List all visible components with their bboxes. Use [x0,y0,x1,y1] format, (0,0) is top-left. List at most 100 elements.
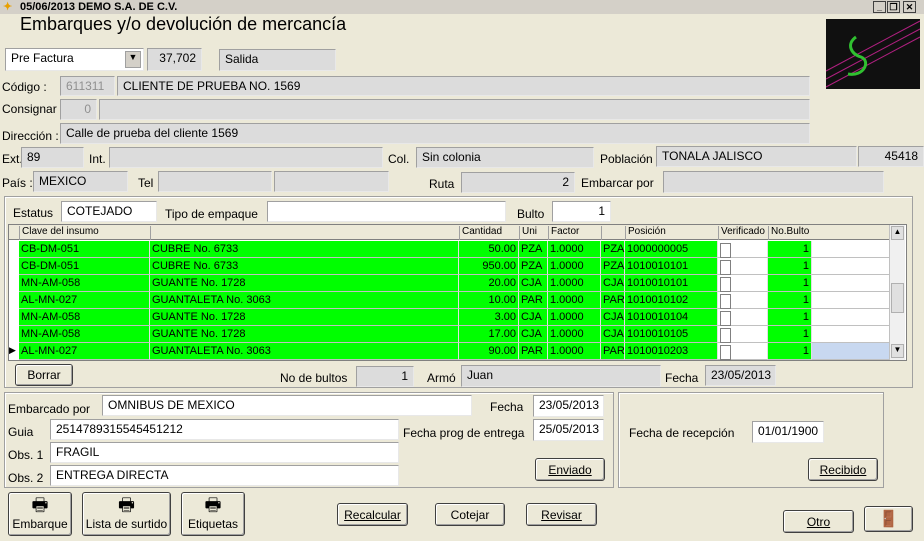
header-uni2[interactable] [601,226,625,240]
cell-ver[interactable]: Si [718,309,768,326]
cell-factor: 1.0000 [548,309,601,326]
direccion-field: Calle de prueba del cliente 1569 [60,123,810,144]
obs1-field[interactable]: FRAGIL [50,442,399,463]
bultos-field: 1 [356,366,414,387]
table-row[interactable]: MN-AM-058 GUANTE No. 1728 3.00 CJA 1.0000 CJA… [9,309,894,326]
verified-checkbox[interactable] [720,311,731,326]
estatus-field[interactable]: COTEJADO [61,201,157,222]
shipping-fecha-label: Fecha [490,400,524,414]
cell-clave: CB-DM-051 [19,258,150,275]
cell-uni2: CJA [601,309,625,326]
bulto-field[interactable]: 1 [552,201,611,222]
cell-uni2: PAR [601,292,625,309]
table-row[interactable]: CB-DM-051 CUBRE No. 6733 950.00 PZA 1.0000 PZ… [9,258,894,275]
cell-ver[interactable]: Si [718,258,768,275]
recibido-label: Recibido [819,463,867,477]
client-name-field: CLIENTE DE PRUEBA NO. 1569 [117,76,810,96]
header-posicion[interactable]: Posición [625,226,718,240]
recepcion-field[interactable]: 01/01/1900 [752,421,824,443]
verified-checkbox[interactable] [720,260,731,275]
cell-pos: 1010010101 [625,275,718,292]
cell-cant: 3.00 [459,309,519,326]
embarcado-field[interactable]: OMNIBUS DE MEXICO [102,395,472,416]
printer-icon: 🖶 [31,495,49,515]
surtido-button[interactable]: 🖶 Lista de surtido [82,492,171,536]
scroll-thumb[interactable] [891,283,904,313]
cell-ver[interactable]: Si [718,326,768,343]
empaque-field[interactable] [267,201,506,222]
cell-uni2: CJA [601,275,625,292]
cell-clave: AL-MN-027 [19,292,150,309]
chevron-down-icon[interactable]: ▼ [891,344,904,358]
cell-pos: 1010010203 [625,343,718,360]
cell-ver[interactable]: Si [718,275,768,292]
cell-ver[interactable]: Si [718,241,768,258]
cell-uni: PZA [519,258,548,275]
chevron-up-icon[interactable]: ▲ [891,226,904,240]
embarque-button[interactable]: 🖶 Embarque [8,492,72,536]
revisar-button[interactable]: Revisar [526,503,597,526]
header-factor[interactable]: Factor [548,226,601,240]
cell-cant: 17.00 [459,326,519,343]
verified-checkbox[interactable] [720,294,731,309]
chevron-down-icon[interactable]: ▼ [125,51,141,68]
cell-clave: MN-AM-058 [19,326,150,343]
cell-factor: 1.0000 [548,275,601,292]
cell-uni: PAR [519,343,548,360]
doc-number-field: 37,702 [147,48,202,71]
company-logo [825,19,921,89]
cotejar-button[interactable]: Cotejar [435,503,505,526]
cell-uni2: CJA [601,326,625,343]
verified-checkbox[interactable] [720,328,731,343]
prog-field[interactable]: 25/05/2013 [533,419,604,441]
cell-cant: 90.00 [459,343,519,360]
obs2-field[interactable]: ENTREGA DIRECTA [50,465,399,486]
verified-checkbox[interactable] [720,243,731,258]
consignar-code-field[interactable]: 0 [60,99,97,120]
recalcular-button[interactable]: Recalcular [337,503,408,526]
pais-label: País : [2,176,33,190]
header-verificado[interactable]: Verificado [718,226,768,240]
cell-desc: CUBRE No. 6733 [150,241,459,258]
enviado-button[interactable]: Enviado [535,458,605,481]
guia-field[interactable]: 2514789315545451212 [50,419,399,440]
table-row[interactable]: ▶ AL-MN-027 GUANTALETA No. 3063 90.00 PAR 1.0… [9,343,894,360]
cell-ver[interactable]: Si [718,343,768,360]
exit-button[interactable]: 🚪 [864,506,913,532]
recibido-button[interactable]: Recibido [808,458,878,481]
table-row[interactable]: AL-MN-027 GUANTALETA No. 3063 10.00 PAR 1.00… [9,292,894,309]
header-desc[interactable] [150,226,459,240]
header-cantidad[interactable]: Cantidad [459,226,519,240]
table-row[interactable]: CB-DM-051 CUBRE No. 6733 50.00 PZA 1.0000 PZA… [9,241,894,258]
cell-ver[interactable]: Si [718,292,768,309]
cell-factor: 1.0000 [548,326,601,343]
borrar-button[interactable]: Borrar [15,364,73,386]
cell-pad [812,343,894,360]
printer-icon: 🖶 [204,495,222,515]
header-uni[interactable]: Uni [519,226,548,240]
table-row[interactable]: MN-AM-058 GUANTE No. 1728 20.00 CJA 1.0000 CJ… [9,275,894,292]
header-bulto[interactable]: No.Bulto [768,226,812,240]
etiquetas-button[interactable]: 🖶 Etiquetas [181,492,245,536]
table-scrollbar[interactable]: ▲ ▼ [889,225,905,360]
shipping-fecha-field[interactable]: 23/05/2013 [533,395,604,417]
table-row[interactable]: MN-AM-058 GUANTE No. 1728 17.00 CJA 1.0000 CJ… [9,326,894,343]
cell-factor: 1.0000 [548,258,601,275]
verified-checkbox[interactable] [720,277,731,292]
cell-uni2: PZA [601,258,625,275]
close-icon[interactable]: ✕ [903,1,916,13]
bulto-label: Bulto [517,207,545,221]
cell-desc: CUBRE No. 6733 [150,258,459,275]
minimize-icon[interactable]: _ [873,1,886,13]
cell-clave: AL-MN-027 [19,343,150,360]
client-code-field[interactable]: 611311 [60,76,115,96]
otro-button[interactable]: Otro [783,510,854,533]
verified-checkbox[interactable] [720,345,731,360]
items-table[interactable]: Clave del insumo Cantidad Uni Factor Pos… [8,224,907,361]
restore-icon[interactable]: ❐ [887,1,900,13]
doc-type-select[interactable]: Pre Factura ▼ [5,48,144,71]
cell-clave: CB-DM-051 [19,241,150,258]
cell-pad [812,326,894,343]
cell-bulto: 1 [768,326,812,343]
header-clave[interactable]: Clave del insumo [19,226,150,240]
